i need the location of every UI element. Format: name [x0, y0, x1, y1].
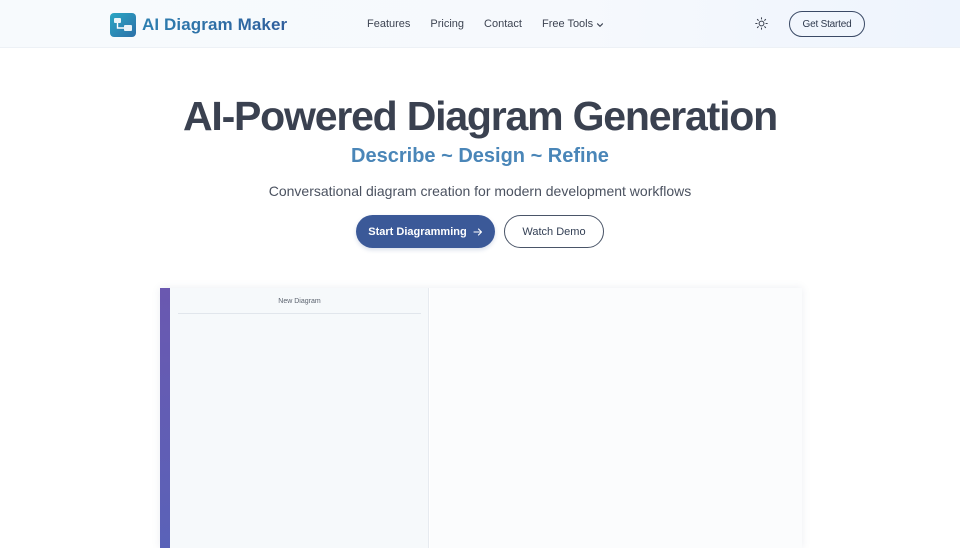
nav-contact[interactable]: Contact — [484, 18, 522, 30]
arrow-right-icon — [473, 227, 482, 236]
new-diagram-tab[interactable]: New Diagram — [178, 298, 421, 314]
nav-pricing[interactable]: Pricing — [430, 18, 464, 30]
logo[interactable]: AI Diagram Maker — [110, 13, 287, 37]
nav-free-tools-label: Free Tools — [541, 18, 594, 30]
app-preview: New Diagram — [160, 288, 802, 548]
chevron-down-icon — [597, 22, 604, 27]
watch-demo-button[interactable]: Watch Demo — [504, 215, 604, 248]
hero-subtitle: Describe ~ Design ~ Refine — [351, 145, 609, 167]
theme-toggle-button[interactable] — [753, 15, 770, 32]
get-started-button[interactable]: Get Started — [789, 11, 865, 37]
hero-title: AI-Powered Diagram Generation — [182, 93, 778, 139]
site-header: AI Diagram Maker Features Pricing Contac… — [0, 0, 960, 48]
hero-description: Conversational diagram creation for mode… — [268, 183, 692, 199]
main-nav: Features Pricing Contact Free Tools — [367, 15, 624, 33]
nav-features-label: Features — [367, 18, 411, 30]
nav-pricing-label: Pricing — [430, 18, 465, 30]
nav-features[interactable]: Features — [367, 18, 410, 30]
nav-free-tools-dropdown[interactable]: Free Tools — [542, 18, 604, 30]
start-diagramming-label: Start Diagramming — [368, 225, 467, 238]
preview-accent-bar — [160, 288, 170, 548]
diagram-canvas[interactable] — [430, 288, 802, 548]
logo-text: AI Diagram Maker — [142, 15, 288, 34]
nav-contact-label: Contact — [484, 18, 522, 30]
logo-icon — [110, 13, 136, 37]
preview-sidebar: New Diagram — [170, 288, 429, 548]
start-diagramming-button[interactable]: Start Diagramming — [356, 215, 495, 248]
sun-icon — [755, 17, 768, 30]
